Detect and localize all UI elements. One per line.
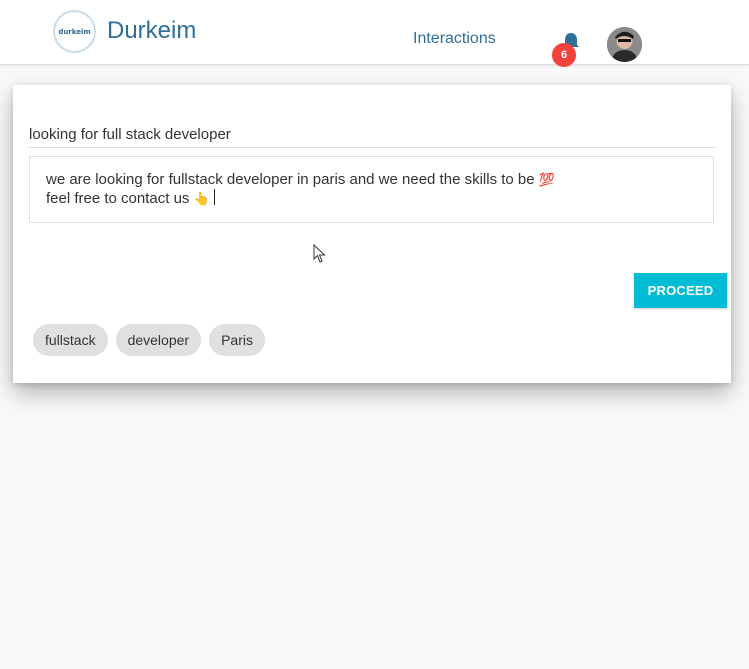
text-caret <box>213 189 215 205</box>
tag-chip-fullstack[interactable]: fullstack <box>33 324 108 356</box>
nav-interactions-link[interactable]: Interactions <box>413 29 496 49</box>
tag-chip-paris[interactable]: Paris <box>209 324 265 356</box>
brand-logo[interactable]: durkeim <box>53 10 96 53</box>
user-avatar[interactable] <box>607 27 642 62</box>
proceed-button[interactable]: PROCEED <box>634 273 727 308</box>
body-line-2-text: feel free to contact us <box>46 190 190 207</box>
body-line-1: we are looking for fullstack developer i… <box>46 171 697 189</box>
post-card: we are looking for fullstack developer i… <box>13 85 731 383</box>
notification-badge[interactable]: 6 <box>552 43 576 67</box>
post-body-textarea[interactable]: we are looking for fullstack developer i… <box>29 156 714 223</box>
body-line-2: feel free to contact us 👆 <box>46 189 697 208</box>
avatar-image <box>607 27 642 62</box>
mouse-pointer-icon <box>313 244 326 263</box>
app-header: durkeim Durkeim Interactions 6 <box>0 0 749 67</box>
body-line-1-text: we are looking for fullstack developer i… <box>46 171 535 188</box>
hundred-points-emoji: 💯 <box>538 173 555 188</box>
brand-name[interactable]: Durkeim <box>107 16 196 46</box>
tag-chips: fullstack developer Paris <box>33 324 265 356</box>
tag-chip-developer[interactable]: developer <box>115 324 202 356</box>
logo-text: durkeim <box>58 27 91 36</box>
title-input[interactable] <box>29 121 715 148</box>
pointing-up-emoji: 👆 <box>193 192 210 207</box>
